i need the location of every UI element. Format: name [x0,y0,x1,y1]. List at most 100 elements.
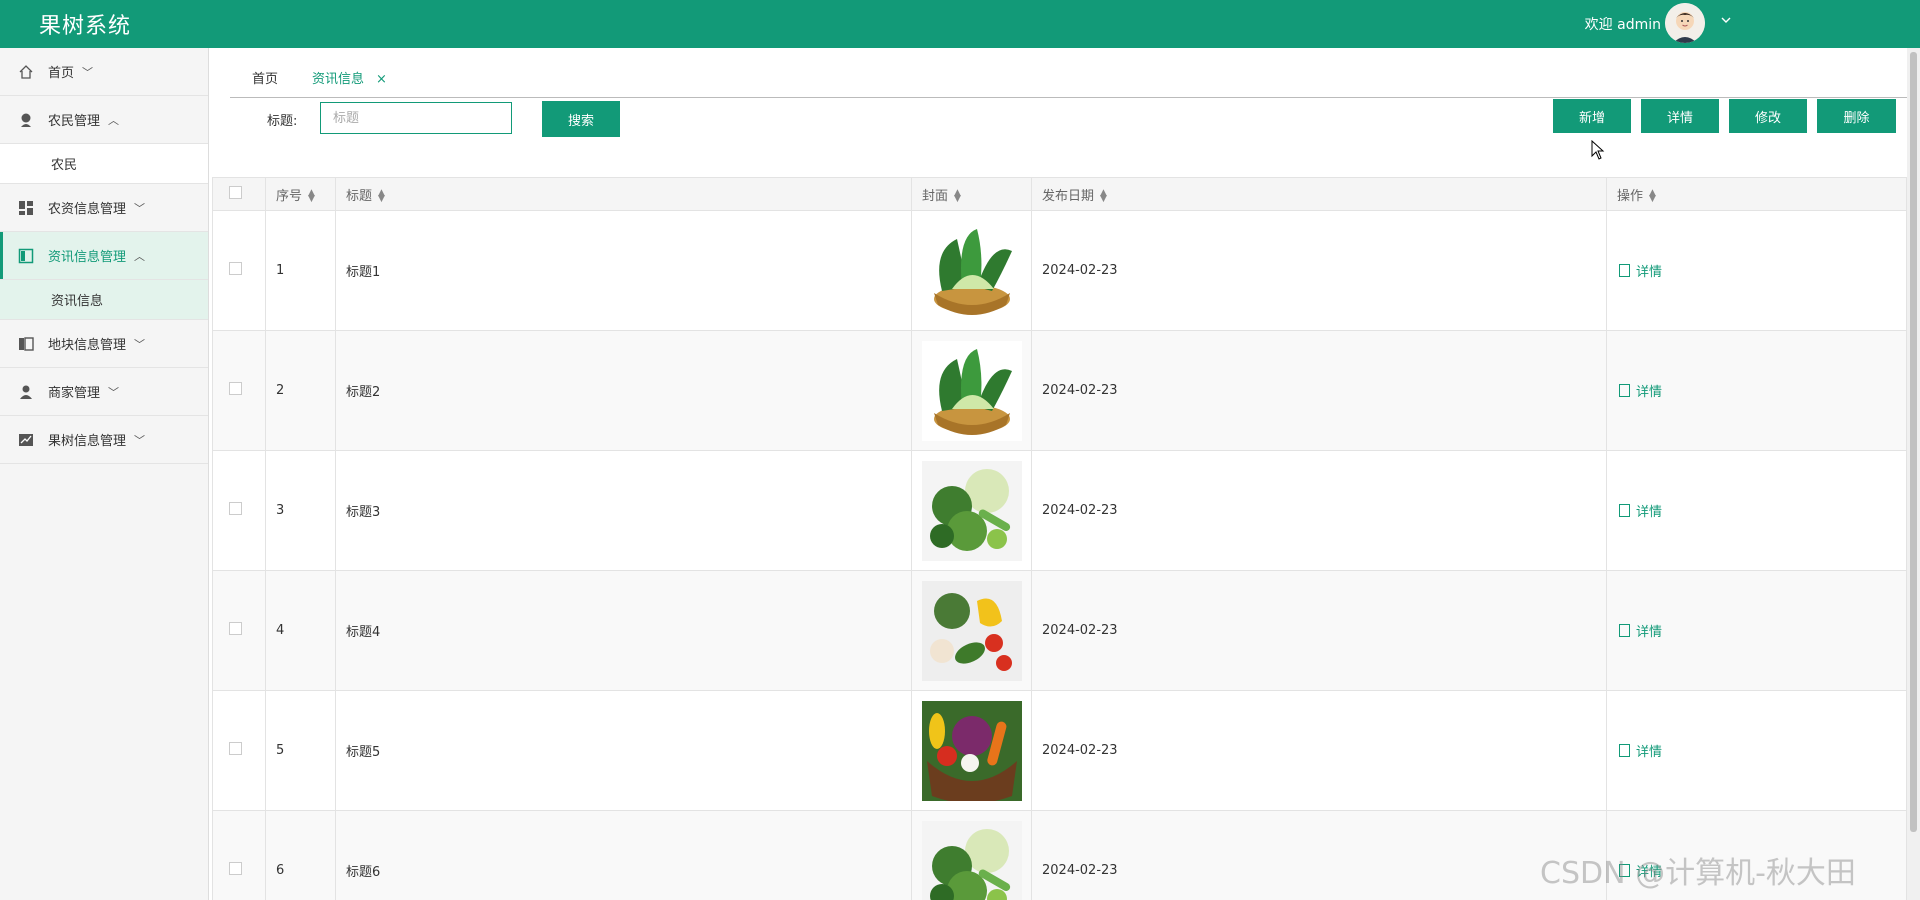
chevron-down-icon[interactable] [1720,14,1732,29]
tab-news[interactable]: 资讯信息 × [312,68,387,87]
sidebar-item-farmers[interactable]: 农民管理 ︿ [0,96,208,144]
row-no: 2 [265,330,336,451]
column-header-actions[interactable]: 操作 ▲ ▼ [1606,177,1907,211]
row-detail-link[interactable]: 详情 [1619,741,1662,760]
user-icon [18,384,34,400]
chevron-down-icon: ﹀ [134,433,146,447]
document-icon [1619,623,1630,637]
row-cover-cell [911,330,1032,451]
close-icon[interactable]: × [376,72,387,87]
row-checkbox[interactable] [229,382,242,395]
avatar[interactable] [1665,3,1705,43]
sidebar-item-agri-supplies[interactable]: 农资信息管理 ﹀ [0,184,208,232]
cover-image [922,580,1022,681]
panel-icon [18,248,34,264]
row-detail-link[interactable]: 详情 [1619,501,1662,520]
sort-icon[interactable]: ▲ ▼ [1100,189,1107,204]
vertical-scrollbar[interactable] [1907,48,1920,900]
dashboard-icon [18,200,34,216]
row-date: 2024-02-23 [1031,570,1607,691]
row-checkbox[interactable] [229,862,242,875]
row-checkbox[interactable] [229,742,242,755]
search-label: 标题: [267,114,298,129]
sidebar: 首页 ﹀ 农民管理 ︿ 农民 农资信息管理 ﹀ 资讯信息管理 ︿ 资讯信息 地块… [0,48,209,900]
row-detail-link[interactable]: 详情 [1619,381,1662,400]
sidebar-subitem-news[interactable]: 资讯信息 [0,280,208,320]
edit-button[interactable]: 修改 [1729,99,1807,133]
column-header-title[interactable]: 标题 ▲ ▼ [335,177,912,211]
sidebar-item-plots[interactable]: 地块信息管理 ﹀ [0,320,208,368]
delete-button[interactable]: 删除 [1817,99,1896,133]
farmer-icon [18,112,34,128]
sidebar-item-news[interactable]: 资讯信息管理 ︿ [0,232,208,280]
title-search-input[interactable] [320,102,512,134]
row-actions: 详情 [1606,210,1907,331]
row-cover-cell [911,210,1032,331]
row-detail-label: 详情 [1636,504,1663,520]
cover-image [922,220,1022,321]
row-detail-link[interactable]: 详情 [1619,261,1662,280]
column-header-cover[interactable]: 封面 ▲ ▼ [911,177,1032,211]
sidebar-item-merchants[interactable]: 商家管理 ﹀ [0,368,208,416]
search-button[interactable]: 搜索 [542,101,620,137]
row-select-cell [212,810,266,900]
row-checkbox[interactable] [229,262,242,275]
document-icon [1619,383,1630,397]
row-detail-label: 详情 [1636,264,1663,280]
row-title: 标题6 [335,810,912,900]
row-no: 6 [265,810,336,900]
tab-bar: 首页 资讯信息 × [230,48,1910,98]
sort-icon[interactable]: ▲ ▼ [378,189,385,204]
row-title: 标题2 [335,330,912,451]
row-select-cell [212,690,266,811]
tab-home[interactable]: 首页 [252,68,278,87]
sort-icon[interactable]: ▲ ▼ [1649,189,1656,204]
news-table: 序号 ▲ ▼ 标题 ▲ ▼ 封面 ▲ ▼ 发布日期 ▲ ▼ 操作 ▲ ▼ 1 标题1 2024-02-2… [212,177,1907,900]
top-header: 果树系统 欢迎 admin [0,0,1920,48]
document-icon [1619,503,1630,517]
row-date: 2024-02-23 [1031,450,1607,571]
table-row[interactable]: 5 标题5 2024-02-23 详情 [212,690,1907,811]
sort-icon[interactable]: ▲ ▼ [308,189,315,204]
scrollbar-thumb[interactable] [1910,52,1917,832]
app-title: 果树系统 [39,14,132,39]
sidebar-item-fruit-trees[interactable]: 果树信息管理 ﹀ [0,416,208,464]
row-no: 3 [265,450,336,571]
table-row[interactable]: 3 标题3 2024-02-23 详情 [212,450,1907,571]
table-row[interactable]: 4 标题4 2024-02-23 详情 [212,570,1907,691]
chart-icon [18,432,34,448]
cover-image [922,700,1022,801]
sort-icon[interactable]: ▲ ▼ [954,189,961,204]
sidebar-item-label: 农资信息管理 [48,202,127,217]
sidebar-subitem-farmer[interactable]: 农民 [0,144,208,184]
add-button[interactable]: 新增 [1553,99,1631,133]
row-no: 1 [265,210,336,331]
select-all-checkbox[interactable] [229,185,242,199]
cover-image [922,460,1022,561]
table-row[interactable]: 1 标题1 2024-02-23 详情 [212,210,1907,331]
row-title: 标题1 [335,210,912,331]
sidebar-item-label: 资讯信息管理 [48,250,127,265]
detail-button[interactable]: 详情 [1641,99,1719,133]
sidebar-item-label: 农民管理 [48,114,101,129]
sidebar-item-home[interactable]: 首页 ﹀ [0,48,208,96]
row-cover-cell [911,570,1032,691]
row-actions: 详情 [1606,690,1907,811]
row-select-cell [212,210,266,331]
row-detail-link[interactable]: 详情 [1619,621,1662,640]
table-header-row: 序号 ▲ ▼ 标题 ▲ ▼ 封面 ▲ ▼ 发布日期 ▲ ▼ 操作 ▲ ▼ [212,177,1907,211]
column-header-no[interactable]: 序号 ▲ ▼ [265,177,336,211]
row-checkbox[interactable] [229,622,242,635]
chevron-down-icon: ﹀ [82,65,94,79]
chevron-down-icon: ﹀ [108,385,120,399]
row-date: 2024-02-23 [1031,690,1607,811]
column-header-date[interactable]: 发布日期 ▲ ▼ [1031,177,1607,211]
watermark: CSDN @计算机-秋大田 [1540,856,1856,891]
row-select-cell [212,450,266,571]
row-checkbox[interactable] [229,502,242,515]
cover-image [922,820,1022,900]
mouse-cursor-icon [1591,140,1605,160]
table-row[interactable]: 2 标题2 2024-02-23 详情 [212,330,1907,451]
row-actions: 详情 [1606,330,1907,451]
row-date: 2024-02-23 [1031,210,1607,331]
